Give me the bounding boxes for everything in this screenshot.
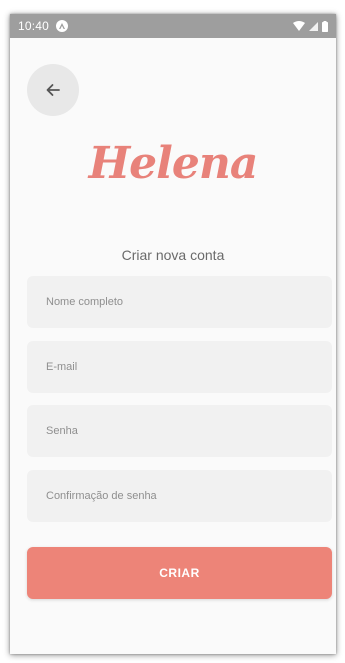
battery-icon [322,20,328,32]
email-input[interactable] [44,360,315,374]
brand-logo: Helena [88,138,259,189]
password-field[interactable] [27,405,332,457]
status-icons [293,20,328,32]
full-name-field[interactable] [27,276,332,328]
page-title: Criar nova conta [121,247,225,263]
app-screen: 10:40 Helena Criar nova conta Nome compl… [10,14,336,654]
signal-icon [309,21,318,31]
status-time: 10:40 [18,19,50,33]
back-button[interactable] [27,64,79,116]
status-bar: 10:40 [10,14,336,38]
full-name-input[interactable] [44,295,315,309]
android-notification-icon [56,20,69,32]
email-field[interactable] [27,341,332,393]
arrow-left-icon [46,84,60,96]
password-confirm-input[interactable] [44,489,315,503]
create-account-label: CRIAR [159,566,200,580]
wifi-icon [293,21,305,31]
create-account-button[interactable]: CRIAR [27,547,332,599]
device-frame: 10:40 Helena Criar nova conta Nome compl… [0,0,345,663]
password-confirm-field[interactable] [27,470,332,522]
password-input[interactable] [44,424,315,438]
